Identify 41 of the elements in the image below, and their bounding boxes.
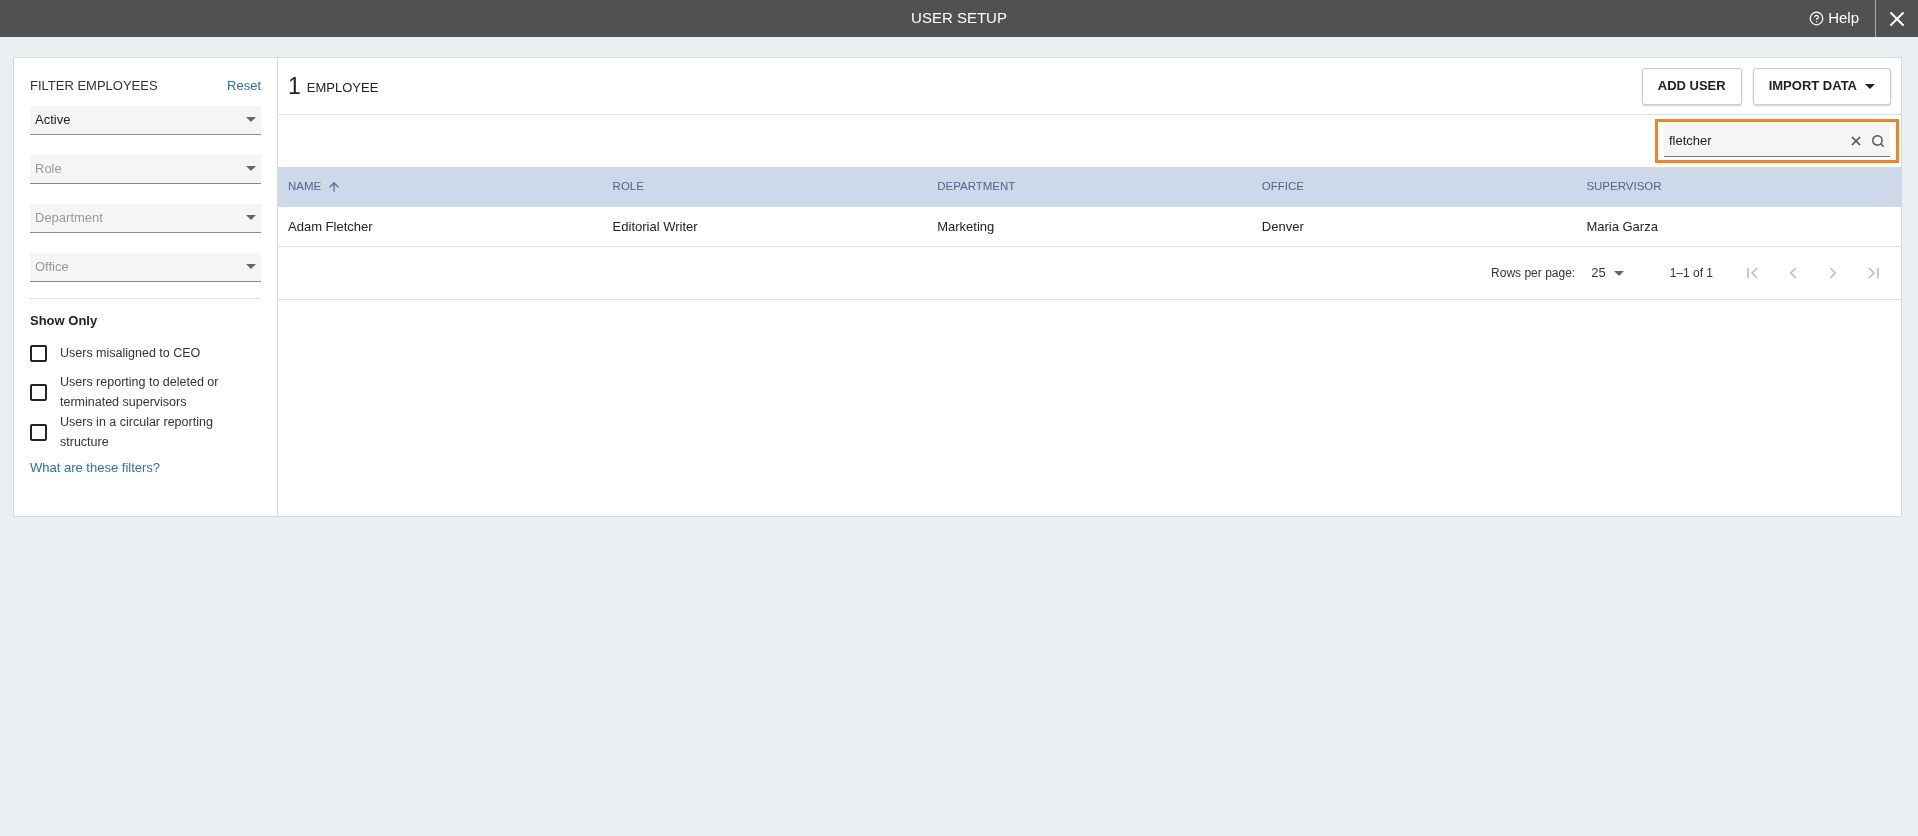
window-title: USER SETUP: [911, 8, 1007, 29]
caret-icon: [1613, 270, 1624, 276]
column-header[interactable]: OFFICE: [1251, 178, 1577, 196]
employee-label: EMPLOYEE: [306, 79, 379, 98]
first-page-icon: [1745, 265, 1761, 281]
rows-per-page-label: Rows per page:: [1491, 265, 1576, 282]
checkbox[interactable]: [30, 383, 47, 401]
column-header[interactable]: NAME: [278, 178, 603, 196]
table-cell-text: Denver: [1260, 217, 1305, 236]
search-field[interactable]: fletcher: [1655, 119, 1899, 163]
checkbox-label: Users reporting to deleted or terminated supervisors: [60, 374, 220, 411]
column-header[interactable]: SUPERVISOR: [1576, 178, 1901, 196]
caret-icon: [246, 166, 256, 171]
page-range: 1–1 of 1: [1669, 265, 1713, 282]
show-only-heading: Show Only: [30, 311, 99, 330]
reset-link[interactable]: Reset: [227, 76, 261, 96]
caret-icon: [1865, 83, 1875, 89]
caret-icon: [246, 264, 256, 269]
caret-icon: [246, 215, 256, 220]
filters-help-link[interactable]: What are these filters?: [30, 458, 261, 478]
table-cell-text: Marketing: [936, 217, 996, 236]
help-icon: [1809, 11, 1825, 26]
checkbox[interactable]: [30, 344, 47, 362]
column-header[interactable]: DEPARTMENT: [927, 178, 1252, 196]
table-cell-text: Adam Fletcher: [287, 217, 374, 236]
filter-select[interactable]: Active: [30, 105, 261, 135]
help-button[interactable]: Help: [1793, 7, 1875, 30]
table-cell-text: Editorial Writer: [611, 217, 699, 236]
checkbox[interactable]: [30, 423, 47, 441]
employee-count: 1: [288, 71, 301, 101]
last-page-icon: [1865, 265, 1881, 281]
column-header[interactable]: ROLE: [602, 178, 928, 196]
filter-title: FILTER EMPLOYEES: [30, 77, 158, 95]
add-user-button[interactable]: ADD USER: [1641, 67, 1742, 105]
search-icon[interactable]: [1871, 133, 1885, 148]
table-cell-text: Maria Garza: [1585, 217, 1659, 236]
rows-per-page-select[interactable]: 25: [1591, 263, 1624, 283]
import-button[interactable]: IMPORT DATA: [1752, 67, 1891, 105]
checkbox-label: Users misaligned to CEO: [60, 345, 201, 362]
checkbox-label: Users in a circular reporting structure: [60, 414, 214, 451]
caret-icon: [246, 117, 256, 122]
